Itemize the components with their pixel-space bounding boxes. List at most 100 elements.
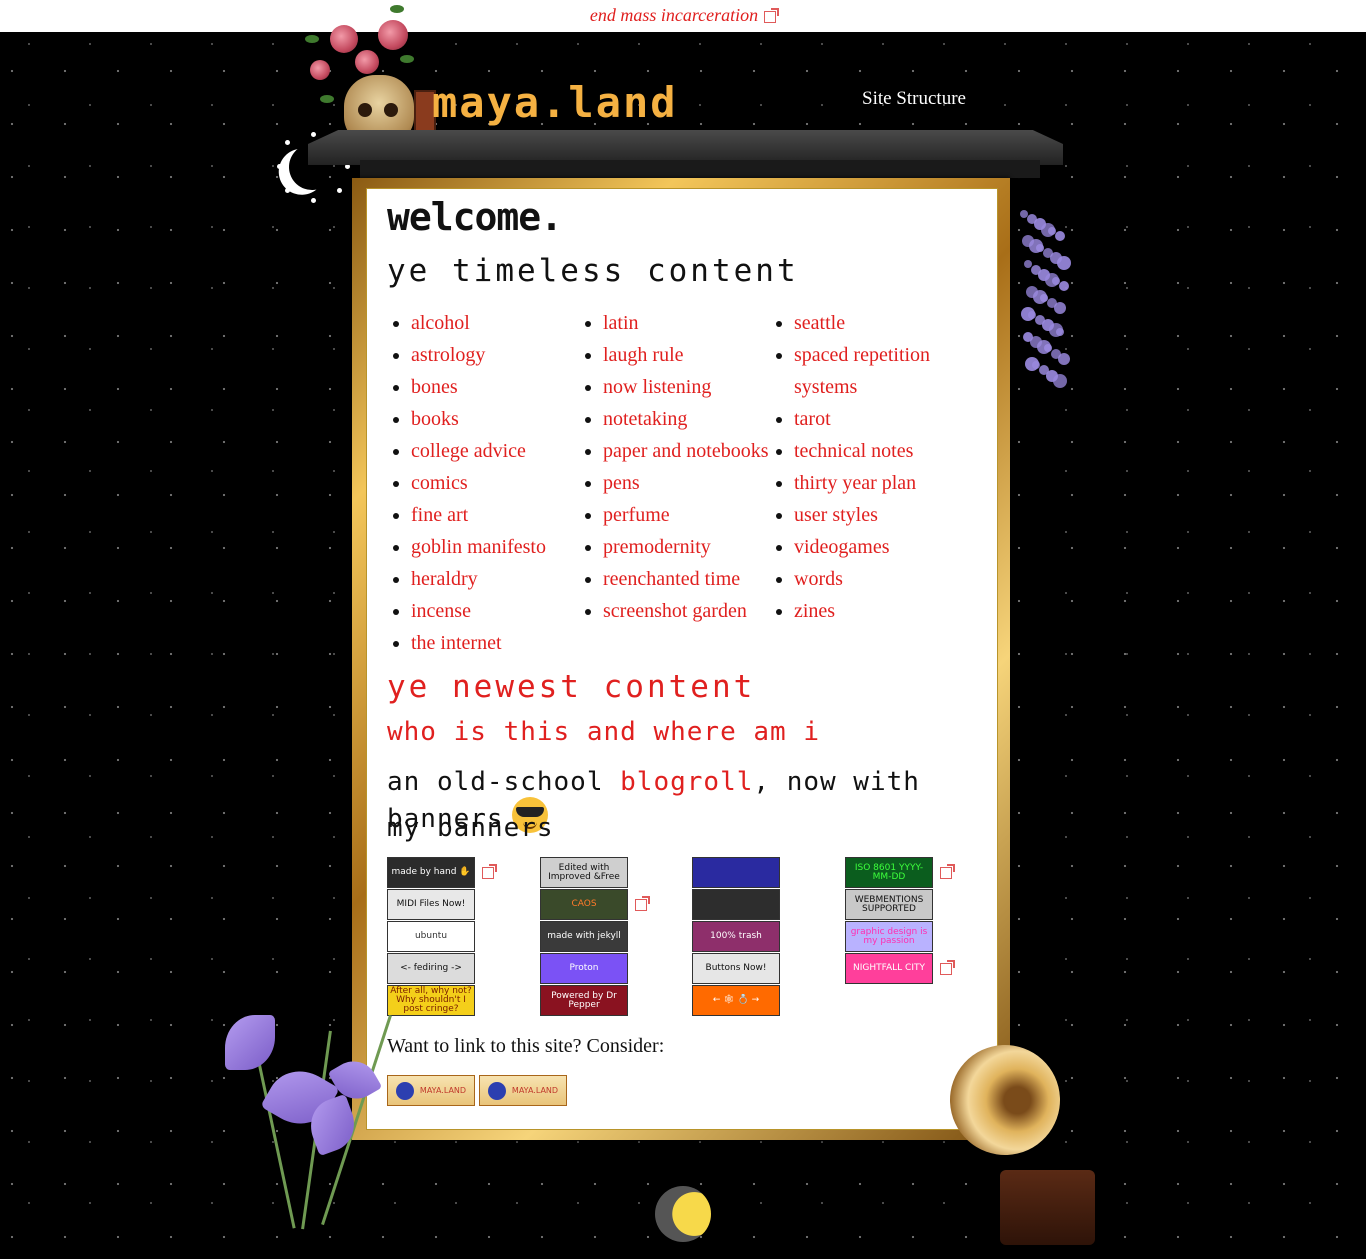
topic-list-item[interactable]: college advice <box>411 435 581 467</box>
topic-list-item[interactable]: comics <box>411 467 581 499</box>
who-is-this-link[interactable]: who is this and where am i <box>387 717 820 747</box>
topic-list-item[interactable]: technical notes <box>794 435 964 467</box>
topic-link[interactable]: user styles <box>794 504 878 526</box>
topic-list-item[interactable]: paper and notebooks <box>603 435 773 467</box>
topic-link[interactable]: videogames <box>794 536 890 558</box>
banner-button[interactable]: made with jekyll <box>540 921 628 952</box>
banner-button[interactable]: <- fediring -> <box>387 953 475 984</box>
topic-link[interactable]: latin <box>603 312 639 334</box>
link-prompt: Want to link to this site? Consider: <box>387 1035 665 1057</box>
banner-button[interactable]: made by hand ✋ <box>387 857 475 888</box>
external-link-icon <box>482 864 497 879</box>
site-logo[interactable]: maya.land <box>432 78 678 127</box>
timeless-content-heading: ye timeless content <box>387 253 799 289</box>
banner-button[interactable]: Proton <box>540 953 628 984</box>
banner-button[interactable]: CAOS <box>540 889 628 920</box>
topic-list-item[interactable]: incense <box>411 595 581 627</box>
topic-link[interactable]: pens <box>603 472 640 494</box>
topic-list-item[interactable]: seattle <box>794 307 964 339</box>
banner-button[interactable]: ubuntu <box>387 921 475 952</box>
blogroll-link[interactable]: blogroll <box>620 767 753 797</box>
top-banner: end mass incarceration <box>0 0 1366 32</box>
topic-link[interactable]: astrology <box>411 344 485 366</box>
topic-list-item[interactable]: screenshot garden <box>603 595 773 627</box>
external-link-icon <box>764 7 780 23</box>
topic-list-item[interactable]: pens <box>603 467 773 499</box>
external-link-icon <box>940 960 955 975</box>
topic-list-item[interactable]: user styles <box>794 499 964 531</box>
topic-link[interactable]: fine art <box>411 504 468 526</box>
topic-link[interactable]: premodernity <box>603 536 711 558</box>
banner-button[interactable]: Buttons Now! <box>692 953 780 984</box>
topic-list-item[interactable]: bones <box>411 371 581 403</box>
topic-link[interactable]: college advice <box>411 440 526 462</box>
maya-land-button-2[interactable]: MAYA.LAND <box>479 1075 567 1106</box>
topic-list-item[interactable]: fine art <box>411 499 581 531</box>
topic-link[interactable]: notetaking <box>603 408 687 430</box>
newest-content-link[interactable]: ye newest content <box>387 669 755 705</box>
topic-list-item[interactable]: reenchanted time <box>603 563 773 595</box>
topic-list-item[interactable]: laugh rule <box>603 339 773 371</box>
topic-list-item[interactable]: the internet <box>411 627 581 659</box>
topic-link[interactable]: goblin manifesto <box>411 536 546 558</box>
topic-link[interactable]: zines <box>794 600 835 622</box>
topic-link[interactable]: now listening <box>603 376 711 398</box>
topic-list-2: latin laugh rule now listening notetaking pa… <box>581 307 773 627</box>
topic-list-item[interactable]: zines <box>794 595 964 627</box>
topic-link[interactable]: the internet <box>411 632 502 654</box>
topic-link[interactable]: bones <box>411 376 458 398</box>
topic-list-item[interactable]: books <box>411 403 581 435</box>
topic-link[interactable]: spaced repetition systems <box>794 344 930 398</box>
topic-link[interactable]: laugh rule <box>603 344 684 366</box>
banner-button[interactable]: ← 🕸 💍 → <box>692 985 780 1016</box>
banner-button[interactable]: 100% trash <box>692 921 780 952</box>
site-structure-link[interactable]: Site Structure <box>862 88 966 110</box>
topic-link[interactable]: perfume <box>603 504 670 526</box>
topic-list-item[interactable]: tarot <box>794 403 964 435</box>
banner-button[interactable]: WEBMENTIONS SUPPORTED <box>845 889 933 920</box>
topic-list-item[interactable]: notetaking <box>603 403 773 435</box>
topic-link[interactable]: comics <box>411 472 468 494</box>
welcome-heading: welcome. <box>387 195 563 239</box>
topic-link[interactable]: thirty year plan <box>794 472 916 494</box>
topic-link[interactable]: technical notes <box>794 440 913 462</box>
topic-link[interactable]: heraldry <box>411 568 478 590</box>
gramophone-illustration <box>931 1026 1125 1250</box>
topic-list-item[interactable]: videogames <box>794 531 964 563</box>
topic-list-item[interactable]: spaced repetition systems <box>794 339 964 403</box>
topic-link[interactable]: seattle <box>794 312 845 334</box>
topic-list-item[interactable]: heraldry <box>411 563 581 595</box>
content-card: welcome. ye timeless content alcohol astr… <box>366 188 998 1130</box>
topic-link[interactable]: words <box>794 568 843 590</box>
banner-button[interactable]: ISO 8601 YYYY-MM-DD <box>845 857 933 888</box>
topic-list-item[interactable]: perfume <box>603 499 773 531</box>
topic-list-item[interactable]: words <box>794 563 964 595</box>
banner-button[interactable]: MIDI Files Now! <box>387 889 475 920</box>
topic-link[interactable]: screenshot garden <box>603 600 747 622</box>
topic-list-item[interactable]: premodernity <box>603 531 773 563</box>
banner-button[interactable] <box>692 889 780 920</box>
topic-link[interactable]: reenchanted time <box>603 568 740 590</box>
topic-list-item[interactable]: latin <box>603 307 773 339</box>
topic-list-item[interactable]: thirty year plan <box>794 467 964 499</box>
topic-list-item[interactable]: now listening <box>603 371 773 403</box>
banner-button[interactable]: Powered by Dr Pepper <box>540 985 628 1016</box>
topic-list-item[interactable]: goblin manifesto <box>411 531 581 563</box>
topic-list-1: alcohol astrology bones books college advice… <box>389 307 581 659</box>
banner-grid: made by hand ✋ Edited with Improved &Free… <box>387 857 987 1022</box>
top-link-text: end mass incarceration <box>589 5 759 25</box>
topic-link[interactable]: books <box>411 408 459 430</box>
banner-button[interactable]: NIGHTFALL CITY <box>845 953 933 984</box>
topic-link[interactable]: incense <box>411 600 471 622</box>
banner-button[interactable]: Edited with Improved &Free <box>540 857 628 888</box>
topic-list-item[interactable]: astrology <box>411 339 581 371</box>
topic-list-item[interactable]: alcohol <box>411 307 581 339</box>
end-mass-incarceration-link[interactable]: end mass incarceration <box>589 5 780 25</box>
banner-button[interactable] <box>692 857 780 888</box>
blogroll-prefix: an old-school <box>387 767 621 797</box>
topic-link[interactable]: tarot <box>794 408 831 430</box>
topic-link[interactable]: alcohol <box>411 312 470 334</box>
banner-button[interactable]: graphic design is my passion <box>845 921 933 952</box>
topic-link[interactable]: paper and notebooks <box>603 440 769 462</box>
ghost-icon <box>487 1081 506 1100</box>
